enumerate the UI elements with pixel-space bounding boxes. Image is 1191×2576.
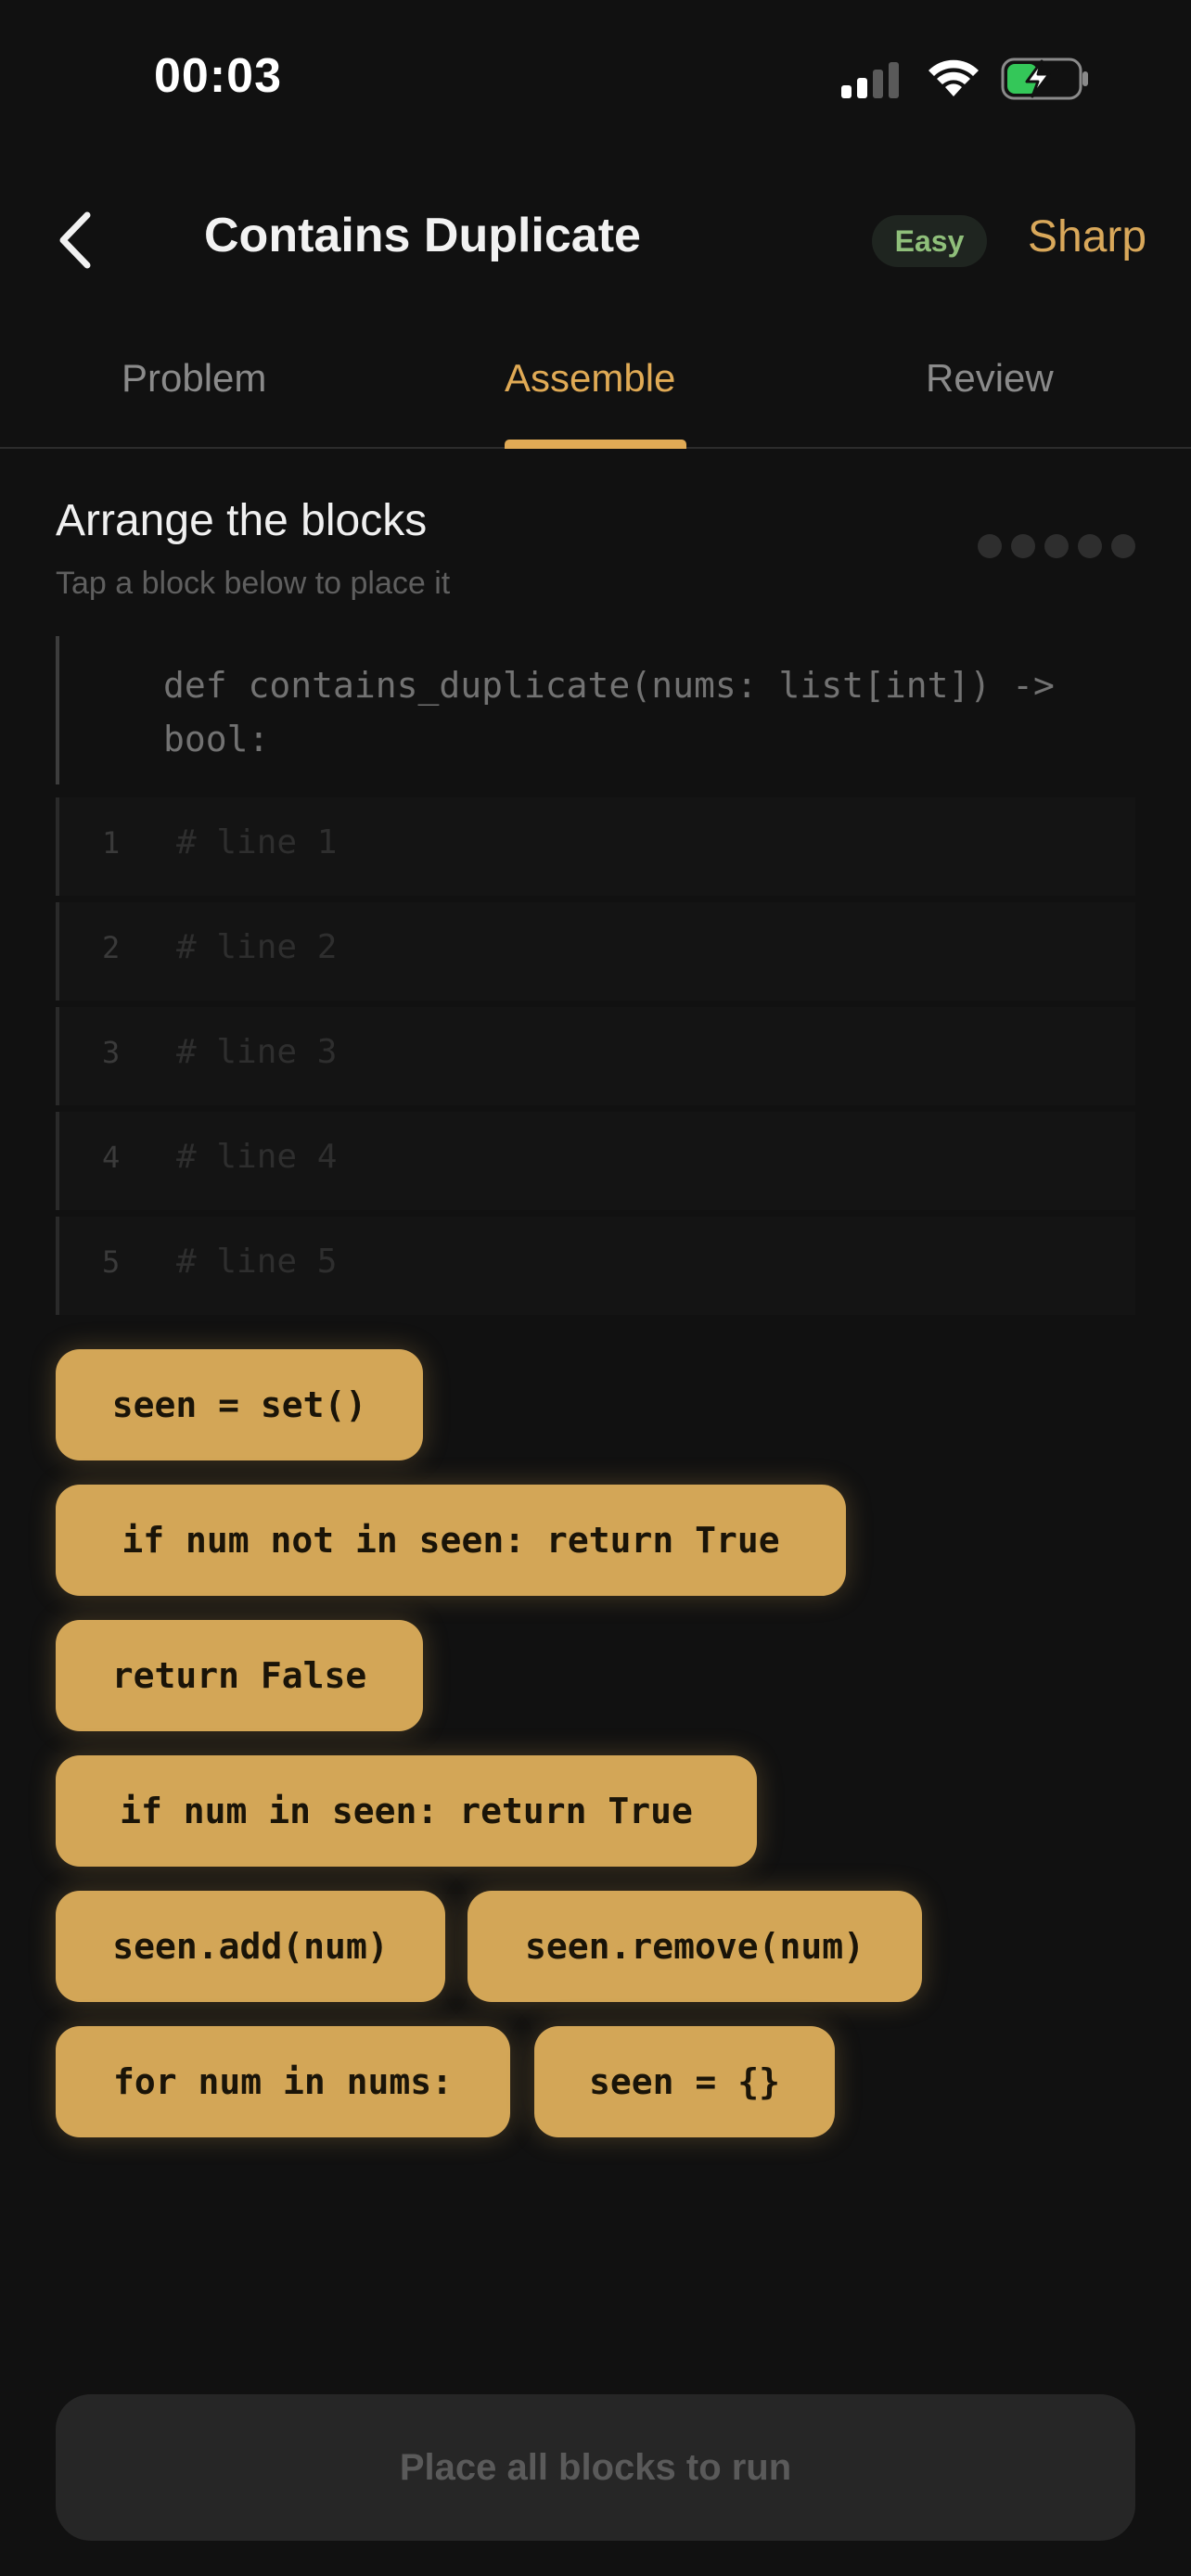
- run-button[interactable]: Place all blocks to run: [56, 2394, 1135, 2541]
- code-block[interactable]: for num in nums:: [56, 2026, 510, 2137]
- line-placeholder: # line 3: [176, 1033, 338, 1071]
- progress-dot: [1011, 534, 1035, 558]
- assemble-screen: 00:03 Contains Duplicate Easy Sharp Prob…: [0, 0, 1191, 2576]
- code-line-slot[interactable]: 4 # line 4: [56, 1112, 1135, 1210]
- line-number: 4: [102, 1140, 121, 1175]
- signature-text: def contains_duplicate(nums: list[int]) …: [163, 665, 1076, 759]
- line-placeholder: # line 1: [176, 823, 338, 861]
- mode-toggle[interactable]: Sharp: [1028, 211, 1146, 262]
- line-number: 5: [102, 1244, 121, 1280]
- progress-dots: [978, 534, 1135, 562]
- progress-dot: [1111, 534, 1135, 558]
- line-placeholder: # line 5: [176, 1243, 338, 1281]
- battery-charging-icon: [1001, 57, 1088, 100]
- line-placeholder: # line 2: [176, 928, 338, 966]
- progress-dot: [1044, 534, 1069, 558]
- section-title: Arrange the blocks: [56, 496, 428, 545]
- code-line-slot[interactable]: 3 # line 3: [56, 1007, 1135, 1105]
- code-block[interactable]: if num in seen: return True: [56, 1755, 757, 1867]
- tab-review[interactable]: Review: [926, 356, 1054, 401]
- line-number: 1: [102, 825, 121, 861]
- code-block[interactable]: seen.add(num): [56, 1891, 445, 2002]
- code-block[interactable]: if num not in seen: return True: [56, 1485, 846, 1596]
- line-number: 2: [102, 930, 121, 965]
- cellular-signal-icon: [841, 62, 899, 98]
- code-block[interactable]: seen = set(): [56, 1349, 423, 1460]
- back-button[interactable]: [54, 208, 100, 273]
- code-line-slot[interactable]: 1 # line 1: [56, 797, 1135, 896]
- problem-title: Contains Duplicate: [204, 209, 641, 262]
- line-number: 3: [102, 1035, 121, 1070]
- tab-problem[interactable]: Problem: [122, 356, 266, 401]
- code-block[interactable]: return False: [56, 1620, 423, 1731]
- difficulty-badge: Easy: [872, 215, 987, 267]
- progress-dot: [1078, 534, 1102, 558]
- section-subtitle: Tap a block below to place it: [56, 566, 451, 601]
- code-block[interactable]: seen.remove(num): [467, 1891, 922, 2002]
- progress-dot: [978, 534, 1002, 558]
- status-time: 00:03: [154, 49, 282, 103]
- chevron-left-icon: [59, 211, 91, 269]
- code-line-slot[interactable]: 5 # line 5: [56, 1217, 1135, 1315]
- function-signature: def contains_duplicate(nums: list[int]) …: [56, 636, 1135, 784]
- line-placeholder: # line 4: [176, 1138, 338, 1176]
- code-line-slot[interactable]: 2 # line 2: [56, 902, 1135, 1001]
- tab-assemble[interactable]: Assemble: [505, 356, 675, 401]
- active-tab-indicator: [505, 440, 686, 449]
- code-block[interactable]: seen = {}: [534, 2026, 835, 2137]
- wifi-icon: [928, 59, 979, 96]
